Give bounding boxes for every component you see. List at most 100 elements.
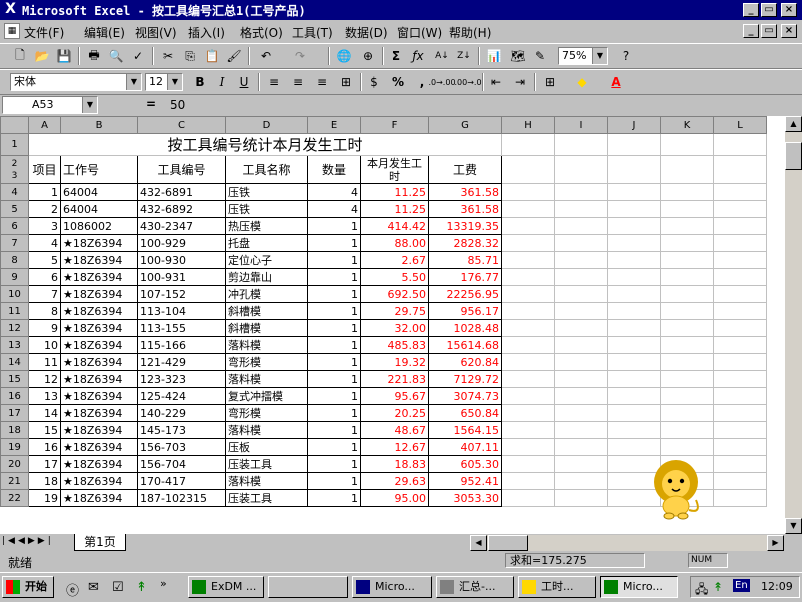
cell-cost[interactable]: 176.77: [428, 268, 502, 286]
col-header[interactable]: K: [660, 116, 714, 134]
cell-qty[interactable]: 4: [307, 200, 361, 218]
cell-cost[interactable]: 1564.15: [428, 421, 502, 439]
scroll-left-icon[interactable]: ◀: [470, 535, 487, 551]
empty-cell[interactable]: [713, 438, 767, 456]
cell-qty[interactable]: 1: [307, 353, 361, 371]
cell-tool-name[interactable]: 压装工具: [225, 455, 308, 473]
underline-icon[interactable]: U: [234, 73, 254, 91]
doc-close-button[interactable]: ×: [781, 24, 797, 38]
header-qty[interactable]: 数量: [307, 155, 361, 184]
empty-cell[interactable]: [607, 319, 661, 337]
empty-cell[interactable]: [660, 268, 714, 286]
empty-cell[interactable]: [660, 387, 714, 405]
cell-item[interactable]: 13: [28, 387, 61, 405]
row-header[interactable]: 16: [0, 387, 29, 405]
cell-hours[interactable]: 11.25: [360, 183, 429, 201]
redo-icon[interactable]: ↷: [290, 47, 310, 65]
cell-qty[interactable]: 1: [307, 336, 361, 354]
cell-tool-no[interactable]: 113-155: [137, 319, 226, 337]
font-select[interactable]: 宋体 ▼: [10, 73, 142, 91]
empty-cell[interactable]: [607, 302, 661, 320]
sheet-title[interactable]: 按工具编号统计本月发生工时: [28, 133, 502, 156]
cell-qty[interactable]: 1: [307, 251, 361, 269]
cell-tool-name[interactable]: 落料模: [225, 421, 308, 439]
row-header[interactable]: 9: [0, 268, 29, 286]
cell-qty[interactable]: 1: [307, 217, 361, 235]
font-size-select[interactable]: 12 ▼: [145, 73, 183, 91]
cell-job-no[interactable]: ★18Z6394: [60, 234, 138, 252]
menu-window[interactable]: 窗口(W): [397, 24, 442, 41]
cell-hours[interactable]: 485.83: [360, 336, 429, 354]
tab-sheet1[interactable]: 第1页: [74, 534, 126, 551]
row-header[interactable]: 18: [0, 421, 29, 439]
cell-hours[interactable]: 18.83: [360, 455, 429, 473]
cell-hours[interactable]: 221.83: [360, 370, 429, 388]
office-assistant-lion-icon[interactable]: [642, 456, 710, 524]
col-header[interactable]: F: [360, 116, 429, 134]
cell-qty[interactable]: 1: [307, 404, 361, 422]
cell-cost[interactable]: 22256.95: [428, 285, 502, 303]
cell-item[interactable]: 12: [28, 370, 61, 388]
cell-item[interactable]: 4: [28, 234, 61, 252]
cell-tool-name[interactable]: 剪边靠山: [225, 268, 308, 286]
paste-icon[interactable]: 📋: [202, 47, 222, 65]
menu-edit[interactable]: 编辑(E): [84, 24, 125, 41]
function-icon[interactable]: ƒx: [408, 47, 428, 65]
empty-cell[interactable]: [554, 438, 608, 456]
cell-job-no[interactable]: ★18Z6394: [60, 404, 138, 422]
cell-job-no[interactable]: ★18Z6394: [60, 489, 138, 507]
empty-cell[interactable]: [501, 217, 555, 235]
cell-cost[interactable]: 85.71: [428, 251, 502, 269]
empty-cell[interactable]: [660, 302, 714, 320]
cell-tool-name[interactable]: 热压模: [225, 217, 308, 235]
minimize-button[interactable]: _: [743, 3, 759, 17]
cell-tool-no[interactable]: 121-429: [137, 353, 226, 371]
empty-cell[interactable]: [660, 200, 714, 218]
cell-job-no[interactable]: ★18Z6394: [60, 336, 138, 354]
scroll-right-icon[interactable]: ▶: [767, 535, 784, 551]
cell-item[interactable]: 18: [28, 472, 61, 490]
merge-center-icon[interactable]: ⊞: [336, 73, 356, 91]
currency-icon[interactable]: $: [364, 73, 384, 91]
row-header[interactable]: 23: [0, 155, 29, 184]
cell-cost[interactable]: 407.11: [428, 438, 502, 456]
header-tool-no[interactable]: 工具编号: [137, 155, 226, 184]
cell-hours[interactable]: 29.63: [360, 472, 429, 490]
cell-tool-name[interactable]: 斜槽模: [225, 319, 308, 337]
sort-descending-icon[interactable]: Z↓: [454, 47, 474, 65]
spelling-icon[interactable]: ✓: [128, 47, 148, 65]
doc-minimize-button[interactable]: _: [743, 24, 759, 38]
cell-tool-name[interactable]: 压铁: [225, 183, 308, 201]
decrease-indent-icon[interactable]: ⇤: [486, 73, 506, 91]
cell-tool-name[interactable]: 复式冲擂模: [225, 387, 308, 405]
cell-item[interactable]: 17: [28, 455, 61, 473]
task-blank[interactable]: [268, 576, 348, 598]
cell-item[interactable]: 19: [28, 489, 61, 507]
cell-tool-name[interactable]: 斜槽模: [225, 302, 308, 320]
copy-icon[interactable]: ⎘: [180, 47, 200, 65]
cell-hours[interactable]: 20.25: [360, 404, 429, 422]
spreadsheet-grid[interactable]: A B C D E F G H I J K L 1 按工具编号统计本月发生工时 …: [0, 116, 785, 534]
cell-tool-no[interactable]: 145-173: [137, 421, 226, 439]
task-hours[interactable]: 工时...: [518, 576, 596, 598]
cell-job-no[interactable]: ★18Z6394: [60, 472, 138, 490]
empty-cell[interactable]: [501, 336, 555, 354]
scroll-thumb[interactable]: [785, 142, 802, 170]
empty-cell[interactable]: [713, 421, 767, 439]
empty-cell[interactable]: [713, 234, 767, 252]
empty-cell[interactable]: [501, 455, 555, 473]
cell-hours[interactable]: 19.32: [360, 353, 429, 371]
empty-cell[interactable]: [554, 387, 608, 405]
ie-icon[interactable]: ⓔ: [66, 580, 79, 599]
empty-cell[interactable]: [501, 268, 555, 286]
cell-qty[interactable]: 1: [307, 387, 361, 405]
empty-cell[interactable]: [501, 251, 555, 269]
cell-qty[interactable]: 1: [307, 455, 361, 473]
help-icon[interactable]: ?: [616, 47, 636, 65]
empty-cell[interactable]: [501, 319, 555, 337]
tray-network-icon[interactable]: 🖧: [695, 580, 708, 601]
excel-app-icon[interactable]: X: [3, 2, 18, 17]
italic-icon[interactable]: I: [212, 73, 232, 91]
cell-hours[interactable]: 32.00: [360, 319, 429, 337]
cell-job-no[interactable]: ★18Z6394: [60, 455, 138, 473]
